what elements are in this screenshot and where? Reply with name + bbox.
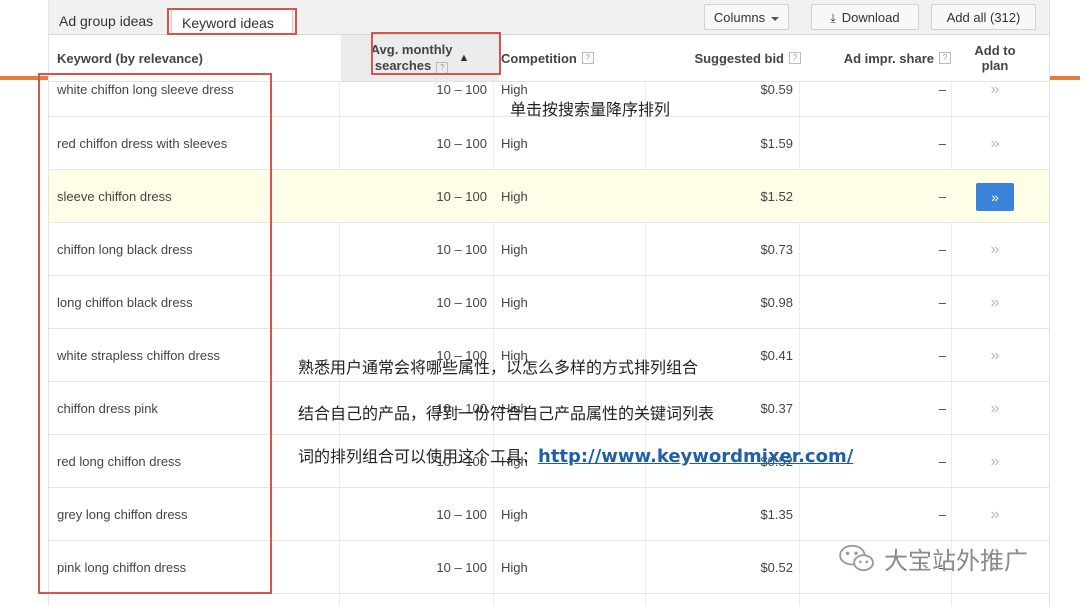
column-header-keyword-label: Keyword (by relevance): [57, 50, 203, 66]
ad-impr-share-cell: –: [938, 348, 946, 363]
add-to-plan-button[interactable]: »: [957, 382, 1033, 435]
avg-searches-cell: 10 – 100: [436, 136, 487, 151]
competition-cell: High: [501, 136, 528, 151]
tab-ad-group-ideas[interactable]: Ad group ideas: [49, 8, 169, 34]
add-to-plan-button[interactable]: »: [957, 435, 1033, 488]
add-to-plan-button[interactable]: »: [957, 276, 1033, 329]
bid-header-label: Suggested bid: [694, 50, 784, 66]
plan-header-line2: plan: [981, 58, 1009, 73]
adimpr-header-label: Ad impr. share: [843, 50, 934, 66]
competition-cell: High: [501, 189, 528, 204]
add-to-plan-button[interactable]: »: [957, 488, 1033, 541]
plan-header-line1: Add to: [974, 43, 1016, 58]
help-icon[interactable]: ?: [581, 52, 594, 64]
suggested-bid-cell: $0.52: [760, 560, 793, 575]
competition-header-label: Competition: [501, 50, 577, 66]
ad-impr-share-cell: –: [938, 401, 946, 416]
column-header-ad-impr-share[interactable]: Ad impr. share?: [801, 35, 951, 81]
avg-searches-cell: 10 – 100: [436, 189, 487, 204]
annotation-line-1: 熟悉用户通常会将哪些属性，以怎么多样的方式排列组合: [298, 358, 699, 377]
suggested-bid-cell: $0.73: [760, 242, 793, 257]
add-to-plan-button[interactable]: »: [957, 223, 1033, 276]
download-icon: ⤓: [830, 11, 836, 25]
chevron-down-icon: [771, 16, 780, 21]
help-icon[interactable]: ?: [939, 52, 951, 64]
avg-searches-cell: 10 – 100: [436, 507, 487, 522]
column-header-competition[interactable]: Competition?: [501, 35, 641, 81]
avg-searches-highlight-box: [371, 32, 501, 75]
add-to-plan-cell: »: [957, 170, 1033, 223]
annotation-line-2: 结合自己的产品，得到一份符合自己产品属性的关键词列表: [298, 404, 715, 423]
suggested-bid-cell: $1.52: [760, 189, 793, 204]
competition-cell: High: [501, 560, 528, 575]
suggested-bid-cell: $1.35: [760, 507, 793, 522]
competition-cell: High: [501, 242, 528, 257]
ad-impr-share-cell: –: [938, 136, 946, 151]
download-label: Download: [841, 10, 900, 25]
ad-impr-share-cell: –: [938, 189, 946, 204]
watermark-text: 大宝站外推广: [884, 547, 1028, 575]
watermark: 大宝站外推广: [838, 540, 1028, 576]
tab-strip: Ad group ideas Keyword ideas Columns ⤓ Do…: [49, 0, 1049, 35]
plan-header-text: Add to plan: [974, 43, 1015, 73]
suggested-bid-cell: $0.98: [760, 295, 793, 310]
annotation-line-3-text: 词的排列组合可以使用这个工具：: [298, 447, 539, 466]
annotation-sort-note: 单击按搜索量降序排列: [510, 100, 671, 119]
keywordmixer-link[interactable]: http://www.keywordmixer.com/: [538, 446, 853, 467]
competition-cell: High: [501, 507, 528, 522]
download-button[interactable]: ⤓ Download: [811, 4, 919, 30]
avg-searches-cell: 10 – 100: [436, 242, 487, 257]
keyword-tab-highlight-box: [167, 8, 297, 35]
ad-impr-share-cell: –: [938, 295, 946, 310]
wechat-icon: [839, 544, 874, 572]
competition-cell: High: [501, 295, 528, 310]
keyword-column-highlight-box: [38, 73, 272, 594]
add-all-button[interactable]: Add all (312): [931, 4, 1036, 30]
columns-button[interactable]: Columns: [704, 4, 789, 30]
add-to-plan-button[interactable]: »: [957, 117, 1033, 170]
slide-accent-right: [1048, 76, 1080, 80]
column-header-suggested-bid[interactable]: Suggested bid?: [641, 35, 801, 81]
add-to-plan-button-active[interactable]: »: [976, 182, 1014, 211]
columns-label: Columns: [713, 10, 766, 25]
annotation-line-3: 词的排列组合可以使用这个工具：http://www.keywordmixer.c…: [298, 443, 853, 467]
ad-impr-share-cell: –: [938, 507, 946, 522]
add-to-plan-button[interactable]: »: [957, 329, 1033, 382]
avg-searches-cell: 10 – 100: [436, 295, 487, 310]
help-icon[interactable]: ?: [789, 52, 801, 64]
suggested-bid-cell: $1.59: [760, 136, 793, 151]
avg-searches-cell: 10 – 100: [436, 560, 487, 575]
ad-impr-share-cell: –: [938, 242, 946, 257]
column-header-add-to-plan: Add to plan: [955, 35, 1035, 81]
